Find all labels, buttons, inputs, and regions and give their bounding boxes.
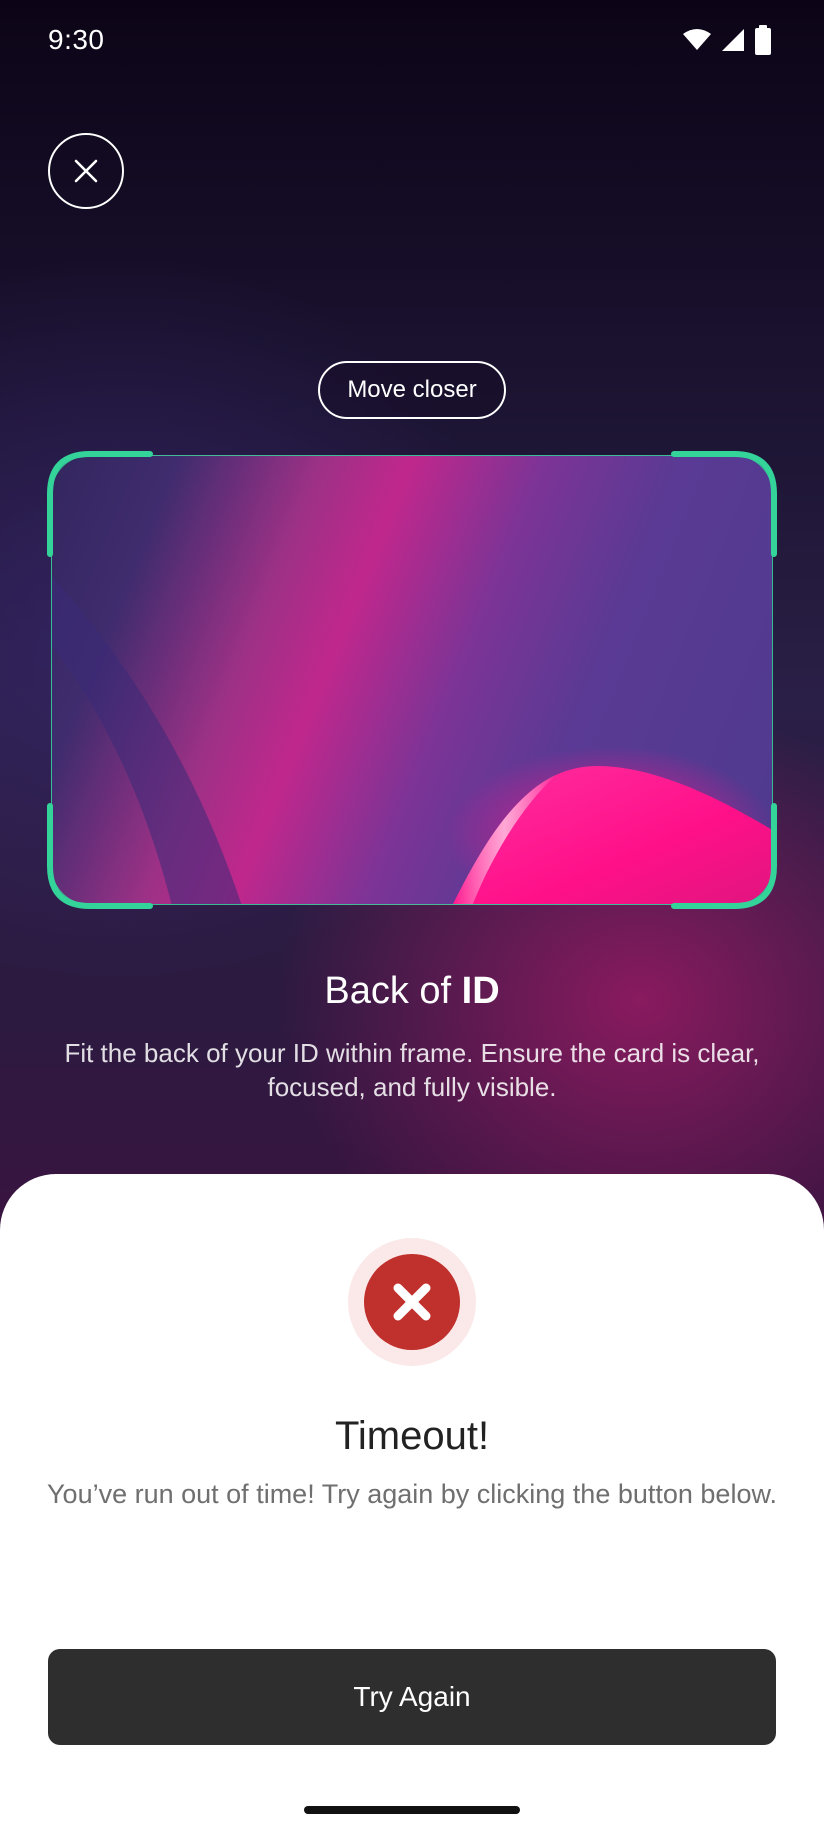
error-x-icon bbox=[393, 1283, 431, 1321]
wifi-icon bbox=[683, 29, 711, 50]
close-icon bbox=[74, 159, 98, 183]
timeout-bottom-sheet: Timeout! You’ve run out of time! Try aga… bbox=[0, 1174, 824, 1834]
home-indicator[interactable] bbox=[304, 1806, 520, 1814]
timeout-title: Timeout! bbox=[334, 1414, 490, 1458]
timeout-description: You’ve run out of time! Try again by cli… bbox=[47, 1479, 777, 1509]
error-icon-badge bbox=[348, 1238, 476, 1366]
error-icon-circle bbox=[364, 1254, 460, 1350]
id-card-preview bbox=[51, 455, 773, 905]
try-again-button[interactable]: Try Again bbox=[48, 1649, 776, 1745]
capture-title-emphasis: ID bbox=[461, 970, 500, 1012]
status-icons bbox=[682, 24, 772, 56]
id-capture-screen: 9:30 Move closer Back of ID Fit the back… bbox=[0, 0, 824, 1834]
capture-instructions: Fit the back of your ID within frame. En… bbox=[64, 1038, 760, 1102]
card-wave-graphic bbox=[52, 576, 772, 904]
capture-title-prefix: Back of bbox=[324, 970, 462, 1012]
move-closer-hint: Move closer bbox=[318, 361, 506, 419]
close-button[interactable] bbox=[48, 133, 124, 209]
capture-title: Back of ID bbox=[0, 970, 824, 1013]
battery-icon bbox=[755, 25, 771, 55]
cellular-signal-icon bbox=[722, 29, 744, 51]
status-time: 9:30 bbox=[48, 24, 105, 55]
status-bar: 9:30 bbox=[0, 0, 824, 80]
